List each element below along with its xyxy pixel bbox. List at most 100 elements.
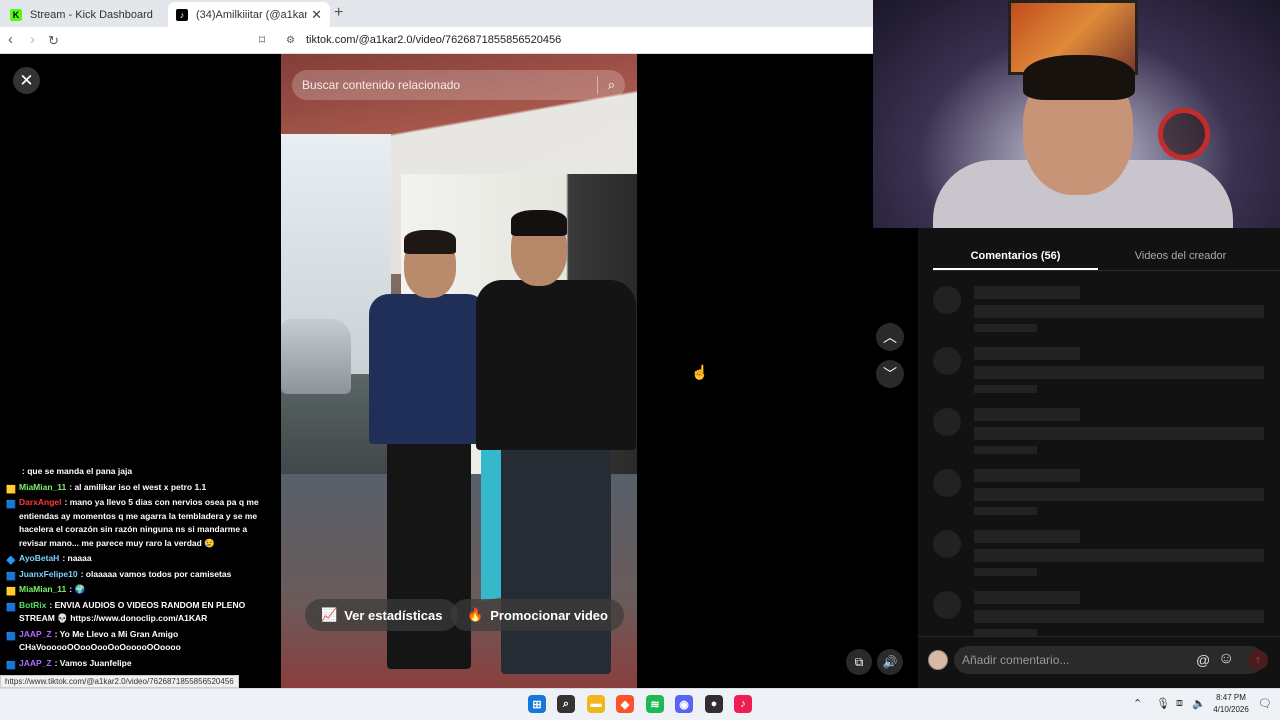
system-clock[interactable]: 8:47 PM 4/10/2026: [1206, 692, 1256, 716]
bookmark-icon[interactable]: ⌑: [259, 33, 265, 47]
tiktok-icon[interactable]: ♪: [734, 695, 752, 713]
volume-button[interactable]: 🔊: [877, 649, 903, 675]
kick-icon: K: [10, 8, 22, 21]
comment-placeholder: Añadir comentario...: [962, 653, 1070, 667]
chat-text: : al amilikar iso el west x petro 1.1: [69, 481, 207, 492]
back-icon[interactable]: ‹: [8, 31, 13, 48]
stream-chat-overlay: : que se manda el pana jaja 🟨 MiaMian_11: …: [0, 464, 281, 688]
text-placeholder: [974, 305, 1264, 318]
chat-username[interactable]: BotRix: [19, 600, 46, 610]
avatar-placeholder: [933, 408, 961, 436]
chat-message: 🟦 JAAP_Z: Vamos Juanfelipe: [0, 656, 281, 672]
tab-divider: [933, 270, 1280, 271]
next-video-button[interactable]: ﹀: [876, 360, 904, 388]
tiktok-icon: ♪: [176, 8, 188, 21]
site-info-icon[interactable]: ⚙: [286, 35, 295, 46]
pip-icon: ⧉: [854, 654, 864, 669]
previous-video-button[interactable]: ︿: [876, 323, 904, 351]
chat-message: 🟨 MiaMian_11: 🌍: [0, 582, 281, 598]
volume-icon: 🔊: [882, 655, 898, 669]
badge-icon: 🟦: [6, 631, 16, 641]
clock-date: 4/10/2026: [1213, 705, 1249, 714]
name-placeholder: [974, 408, 1080, 421]
obs-icon[interactable]: ●: [705, 695, 723, 713]
avatar: [928, 650, 948, 670]
view-stats-button[interactable]: 📈 Ver estadísticas: [305, 599, 459, 631]
meta-placeholder: [974, 568, 1037, 576]
name-placeholder: [974, 469, 1080, 482]
flame-icon: 🔥: [467, 607, 484, 622]
chat-text: : que se manda el pana jaja: [22, 466, 133, 476]
tab-tiktok[interactable]: ♪ (34)Amilkiiitar (@a1kar2.0) | T ✕: [168, 2, 330, 27]
forward-icon[interactable]: ›: [30, 31, 35, 48]
new-tab-button[interactable]: +: [334, 4, 343, 22]
chat-text: : naaaa: [62, 553, 92, 563]
emoji-icon[interactable]: ☺: [1218, 650, 1234, 668]
streamer-hair: [1023, 55, 1135, 100]
tab-comments[interactable]: Comentarios (56): [933, 250, 1098, 262]
tab-title: (34)Amilkiiitar (@a1kar2.0) | T: [196, 8, 308, 21]
meta-placeholder: [974, 385, 1037, 393]
no-sign-decoration: [1158, 108, 1210, 160]
mention-icon[interactable]: @: [1196, 652, 1210, 668]
related-search-input[interactable]: Buscar contenido relacionado ⌕: [292, 70, 625, 100]
brave-icon[interactable]: ◆: [616, 695, 634, 713]
chat-username[interactable]: MiaMian_11: [19, 482, 66, 492]
mouse-cursor-icon: ☝: [691, 364, 709, 380]
chevron-up-icon: ︿: [883, 329, 897, 345]
promote-video-button[interactable]: 🔥 Promocionar video: [451, 599, 624, 631]
badge-icon: 🟨: [6, 587, 16, 596]
search-icon[interactable]: ⌕: [557, 695, 575, 713]
avatar-placeholder: [933, 286, 961, 314]
microphone-icon[interactable]: 🎙: [1156, 697, 1170, 710]
chat-message: 🔷 AyoBetaH: naaaa: [0, 551, 281, 567]
volume-icon[interactable]: 🔈: [1192, 697, 1206, 710]
windows-taskbar: [0, 688, 1280, 720]
chat-username[interactable]: DarxAngel: [19, 497, 62, 507]
text-placeholder: [974, 549, 1264, 562]
discord-icon[interactable]: ◉: [675, 695, 693, 713]
text-placeholder: [974, 427, 1264, 440]
chat-username[interactable]: AyoBetaH: [19, 553, 59, 563]
chat-username[interactable]: JAAP_Z: [19, 658, 52, 668]
chat-message: 🟦 BotRix: ENVIA AUDIOS O VIDEOS RANDOM EN…: [0, 598, 281, 627]
chevron-up-icon[interactable]: ⌃: [1133, 697, 1142, 710]
tab-kick-dashboard[interactable]: K Stream - Kick Dashboard: [2, 2, 166, 27]
name-placeholder: [974, 347, 1080, 360]
reload-icon[interactable]: ↻: [48, 33, 59, 49]
url-field[interactable]: tiktok.com/@a1kar2.0/video/7626871855856…: [306, 34, 561, 46]
pip-button[interactable]: ⧉: [846, 649, 872, 675]
badge-icon: 🟦: [6, 602, 16, 612]
file-explorer-icon[interactable]: ▬: [587, 695, 605, 713]
meta-placeholder: [974, 507, 1037, 515]
clock-time: 8:47 PM: [1216, 693, 1246, 702]
send-comment-button[interactable]: ↑: [1248, 650, 1268, 670]
spotify-icon[interactable]: ≋: [646, 695, 664, 713]
search-placeholder: Buscar contenido relacionado: [302, 78, 461, 92]
text-placeholder: [974, 366, 1264, 379]
badge-icon: 🟦: [6, 500, 16, 509]
tab-title: Stream - Kick Dashboard: [30, 8, 153, 21]
network-icon[interactable]: ⧈: [1176, 697, 1183, 710]
active-tab-indicator: [933, 268, 1098, 270]
chat-message: 🟦 JuanxFelipe10: olaaaaa vamos todos por …: [0, 567, 281, 583]
tab-creator-videos[interactable]: Videos del creador: [1098, 250, 1263, 262]
chart-icon: 📈: [321, 607, 338, 622]
chat-text: : ENVIA AUDIOS O VIDEOS RANDOM EN PLENO …: [19, 599, 246, 624]
search-icon[interactable]: ⌕: [608, 77, 615, 93]
badge-icon: 🟦: [6, 571, 16, 581]
input-divider: [918, 636, 1280, 637]
close-video-button[interactable]: ✕: [13, 67, 40, 94]
meta-placeholder: [974, 324, 1037, 332]
windows-start-icon[interactable]: ⊞: [528, 695, 546, 713]
chat-message: : que se manda el pana jaja: [0, 464, 281, 480]
avatar-placeholder: [933, 469, 961, 497]
notification-icon[interactable]: 🗨: [1258, 697, 1272, 710]
video-player[interactable]: Buscar contenido relacionado ⌕ 📈 Ver est…: [281, 54, 637, 688]
chat-username[interactable]: JuanxFelipe10: [19, 569, 78, 579]
video-frame-car: [281, 319, 351, 394]
close-tab-icon[interactable]: ✕: [311, 7, 322, 23]
name-placeholder: [974, 530, 1080, 543]
chat-username[interactable]: JAAP_Z: [19, 629, 52, 639]
chat-username[interactable]: MiaMian_11: [19, 584, 66, 594]
